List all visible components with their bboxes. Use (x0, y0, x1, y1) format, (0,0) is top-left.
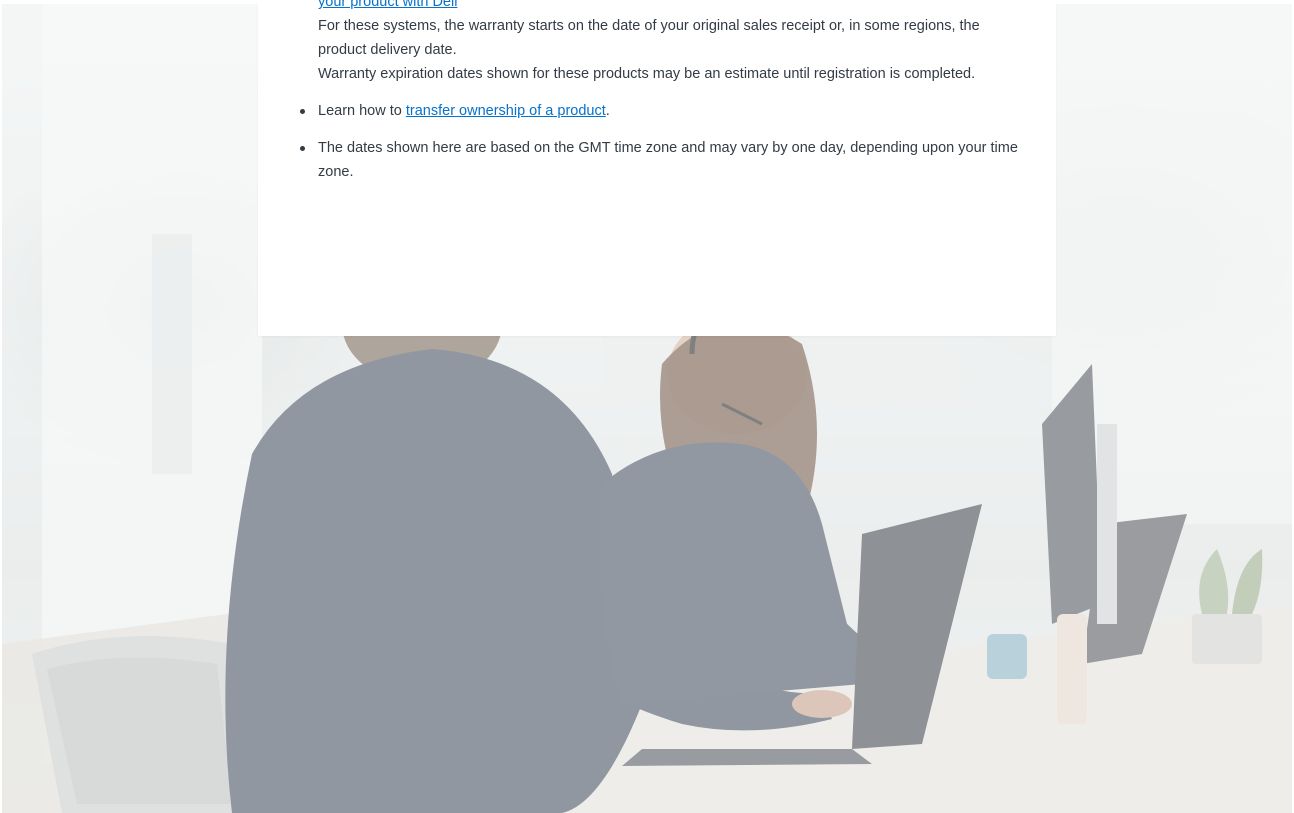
list-item-transfer-ownership: Learn how to transfer ownership of a pro… (300, 99, 1018, 123)
bullet-icon (300, 146, 305, 151)
registration-note: your product with Dell For these systems… (318, 0, 1018, 86)
warranty-estimate-text: Warranty expiration dates shown for thes… (318, 66, 976, 82)
timezone-note-text: The dates shown here are based on the GM… (318, 140, 1018, 180)
warranty-notes-card: your product with Dell For these systems… (258, 0, 1056, 336)
bullet-icon (300, 109, 305, 114)
warranty-notes-content: your product with Dell For these systems… (300, 0, 1018, 184)
transfer-ownership-link[interactable]: transfer ownership of a product (406, 103, 606, 119)
support-page: your product with Dell For these systems… (0, 0, 1294, 813)
transfer-suffix-text: . (605, 103, 610, 119)
register-product-link[interactable]: your product with Dell (318, 0, 457, 10)
warranty-start-text: For these systems, the warranty starts o… (318, 18, 980, 58)
list-item-timezone-note: The dates shown here are based on the GM… (300, 136, 1018, 184)
transfer-prefix-text: Learn how to (318, 103, 406, 119)
warranty-notes-list: Learn how to transfer ownership of a pro… (300, 99, 1018, 184)
